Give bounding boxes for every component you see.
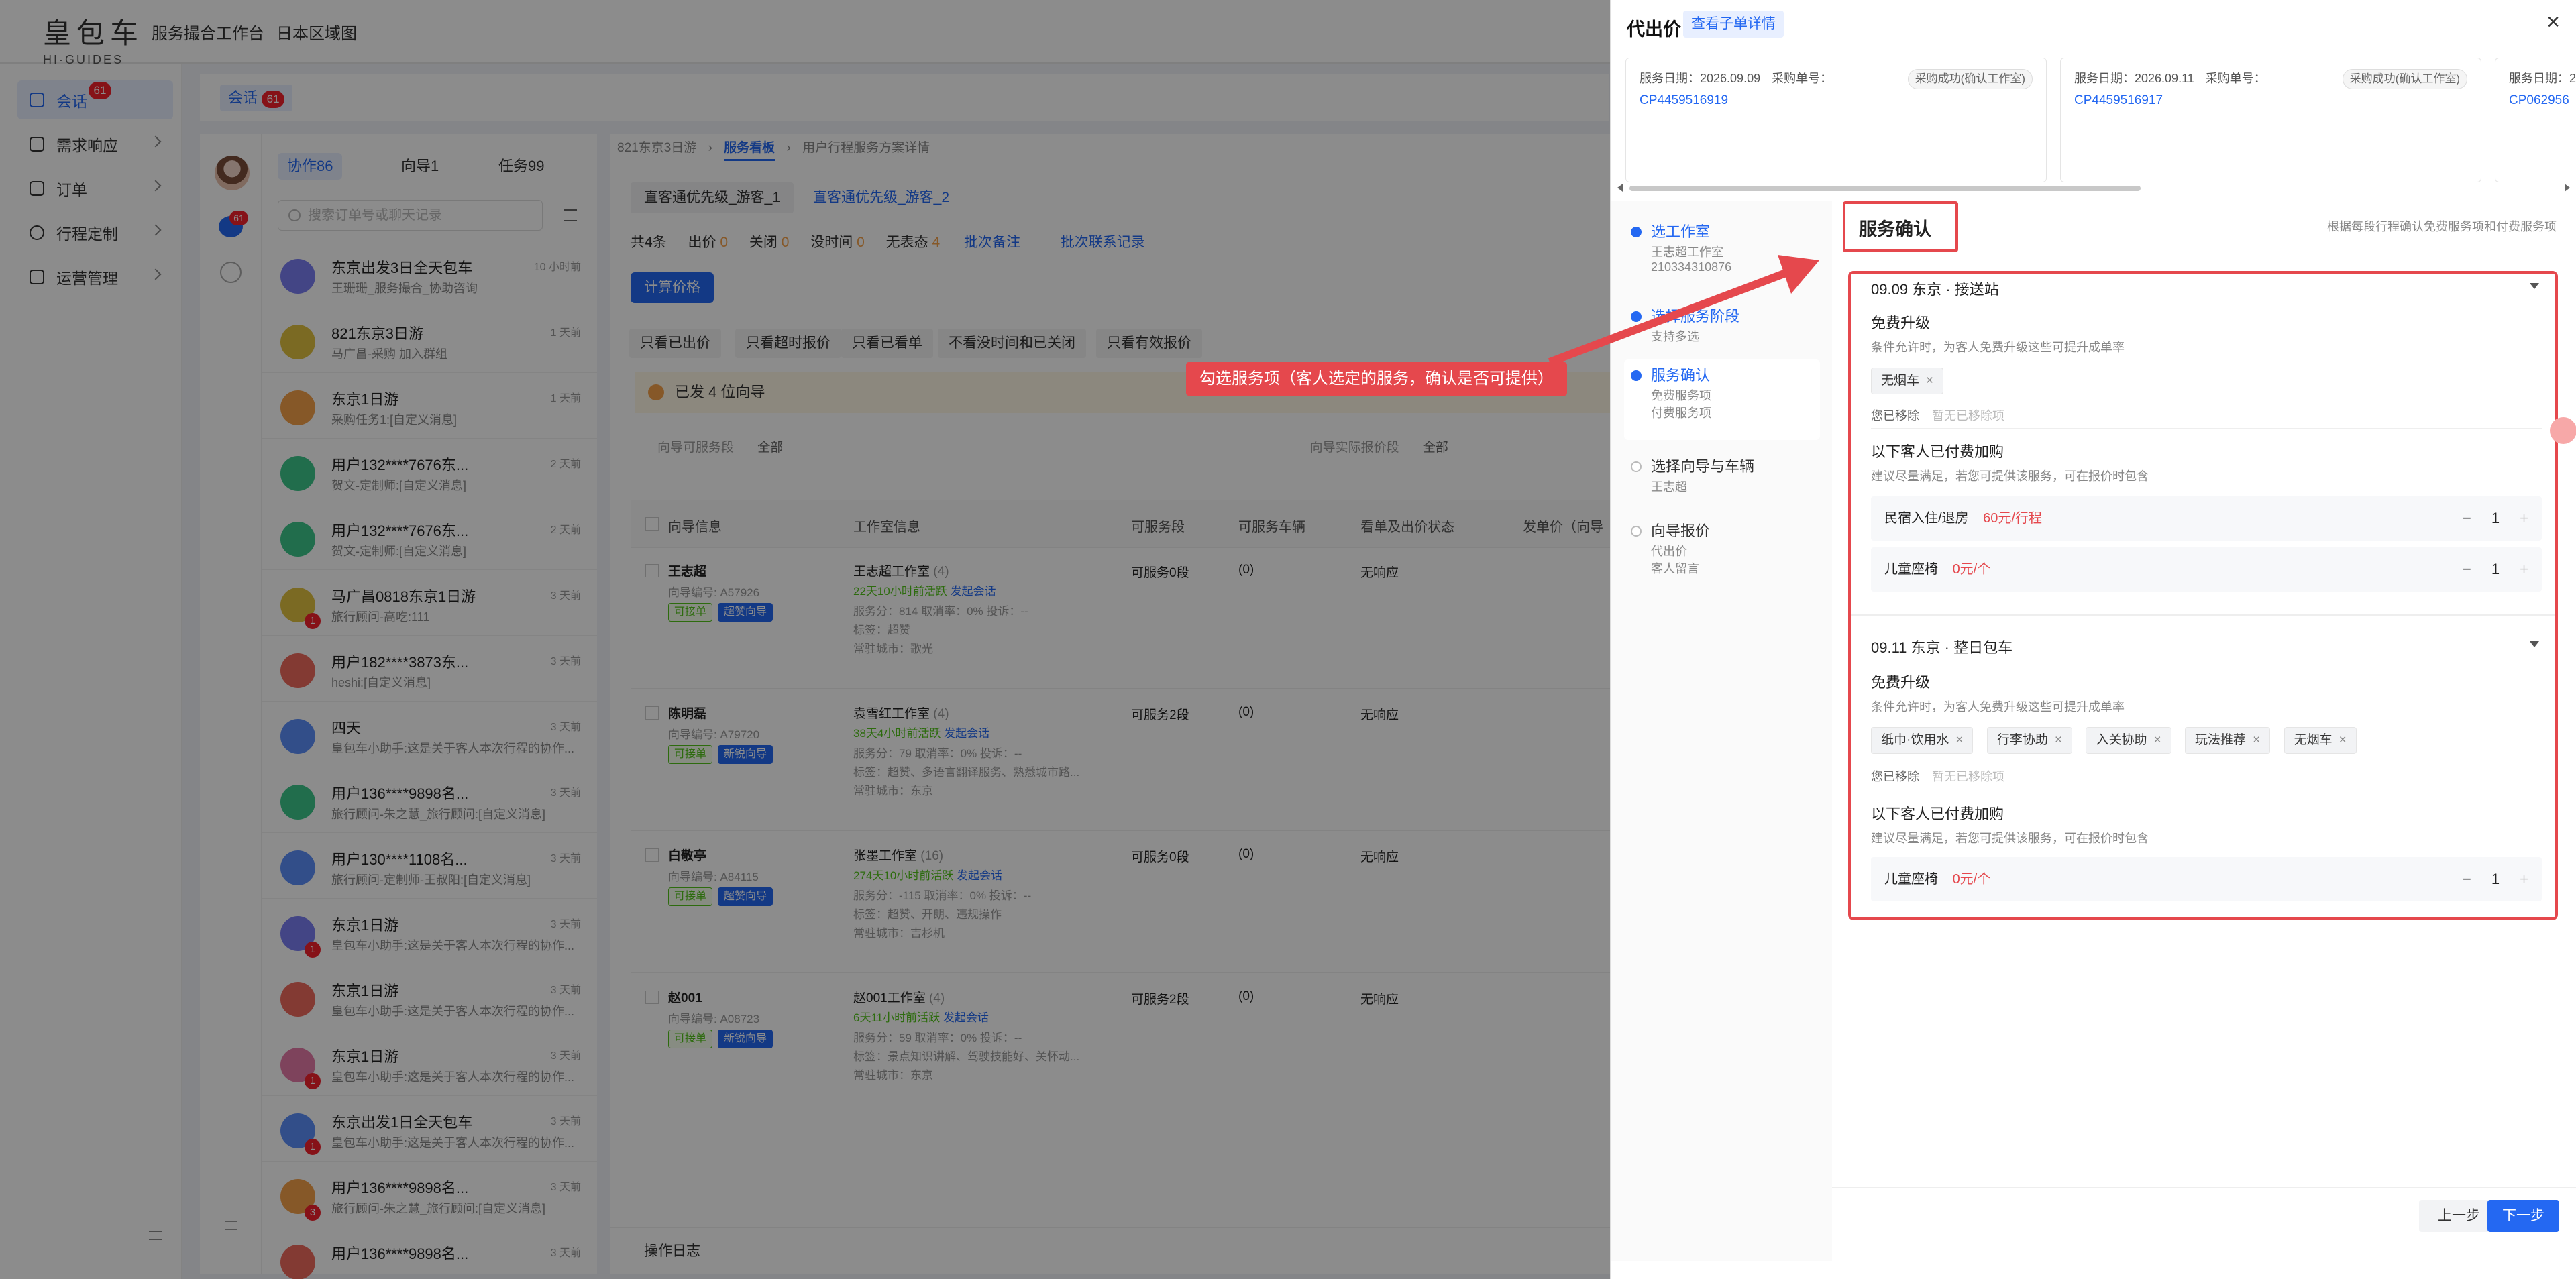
annotation-arrow [1548,255,1819,366]
arrow-line [1548,263,1804,366]
annotation-callout: 勾选服务项（客人选定的服务，确认是否可提供） [1186,362,1567,396]
app-root: 皇包车 HI·GUIDES 服务撮合工作台 日本区域图 会话 61 需求响应 订… [0,0,2576,1279]
